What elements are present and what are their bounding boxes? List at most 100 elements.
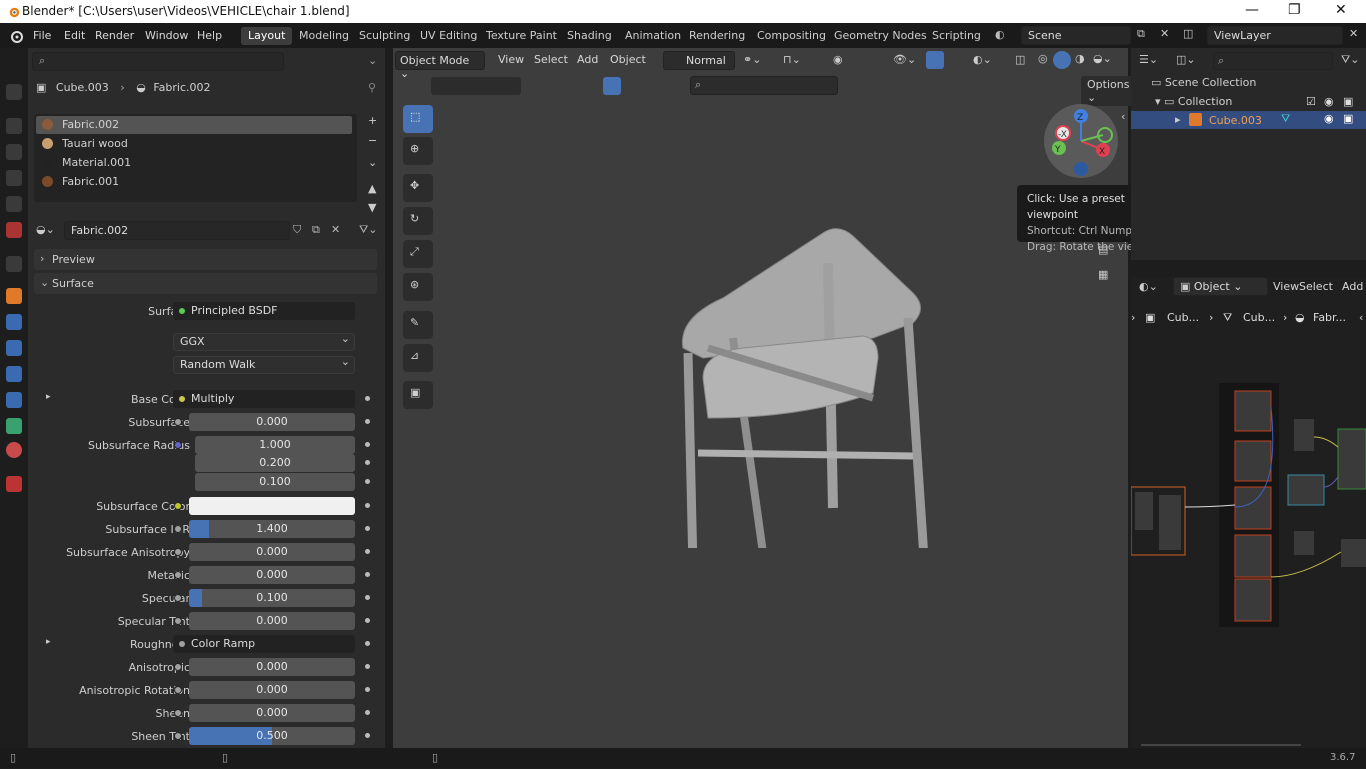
socket-icon[interactable]	[174, 441, 182, 449]
socket-icon[interactable]	[174, 732, 182, 740]
vp-menu-select[interactable]: Select	[534, 53, 568, 66]
scale-tool[interactable]: ⤢	[403, 240, 433, 268]
shader-node-editor[interactable]: ◐⌄ ▣ Object ⌄ View Select Add › ▣ Cub... …	[1131, 277, 1366, 748]
keyframe-dot-icon[interactable]	[365, 419, 370, 424]
value-slider[interactable]: 0.100	[189, 589, 355, 607]
value-slider[interactable]: 0.200	[195, 454, 355, 472]
navigation-gizmo[interactable]: -X X Y Z	[1043, 103, 1123, 183]
move-up-icon[interactable]: ▲	[368, 182, 376, 195]
wireframe-shading-icon[interactable]: ◎	[1038, 52, 1048, 65]
material-name-field[interactable]: Fabric.002	[64, 221, 290, 240]
editor-type-icon[interactable]: ◐⌄	[1139, 280, 1158, 293]
constraints-tab-icon[interactable]	[6, 392, 22, 408]
vp-menu-view[interactable]: View	[498, 53, 524, 66]
object-tab-icon[interactable]	[6, 288, 22, 304]
linked-input-field[interactable]: Multiply	[173, 390, 355, 408]
surface-shader-field[interactable]: Principled BSDF	[173, 302, 355, 320]
keyframe-dot-icon[interactable]	[365, 618, 370, 623]
vp-menu-object[interactable]: Object	[610, 53, 646, 66]
keyframe-dot-icon[interactable]	[365, 503, 370, 508]
socket-icon[interactable]	[174, 548, 182, 556]
value-slider[interactable]: 0.000	[189, 658, 355, 676]
snap-icon[interactable]: ⊓⌄	[783, 53, 801, 66]
chevron-down-icon[interactable]: ⌄	[368, 54, 377, 67]
value-slider[interactable]: 0.500	[189, 727, 355, 745]
data-tab-icon[interactable]	[6, 418, 22, 434]
socket-icon[interactable]	[174, 571, 182, 579]
new-scene-icon[interactable]: ⧉	[1137, 27, 1145, 41]
add-cube-tool[interactable]: ▣	[403, 381, 433, 409]
value-slider[interactable]: 0.100	[195, 473, 355, 491]
value-slider[interactable]: 0.000	[189, 612, 355, 630]
fake-user-icon[interactable]: ⛉	[293, 223, 301, 237]
perspective-toggle-icon[interactable]: ▦	[1098, 268, 1108, 281]
collection-row[interactable]: ▾ ▭ Collection	[1155, 95, 1232, 108]
keyframe-dot-icon[interactable]	[365, 549, 370, 554]
keyframe-dot-icon[interactable]	[365, 572, 370, 577]
surface-panel-header[interactable]: ⌄ Surface	[34, 273, 377, 294]
eye-icon[interactable]: ◉	[1324, 112, 1334, 125]
move-down-icon[interactable]: ▼	[368, 201, 376, 214]
tool-tab-icon[interactable]	[6, 84, 22, 100]
list-item[interactable]: Tauari wood	[36, 135, 352, 153]
area-divider[interactable]	[1131, 260, 1366, 277]
scene-selector-icon[interactable]: ◐	[995, 28, 1005, 41]
delete-scene-icon[interactable]: ✕	[1160, 27, 1169, 40]
keyframe-dot-icon[interactable]	[365, 595, 370, 600]
tab-animation[interactable]: Animation	[618, 27, 688, 45]
menu-window[interactable]: Window	[145, 29, 188, 42]
material-browse-icon[interactable]: ◒⌄	[36, 223, 55, 236]
eye-icon[interactable]: ◉	[1324, 95, 1334, 108]
expand-icon[interactable]: ▸	[46, 392, 51, 402]
tab-modeling[interactable]: Modeling	[292, 27, 356, 45]
socket-icon[interactable]	[174, 502, 182, 510]
keyframe-dot-icon[interactable]	[365, 460, 370, 465]
link-type-icon[interactable]: ⛛⌄	[359, 223, 377, 237]
menu-file[interactable]: File	[33, 29, 51, 42]
material-shading-icon[interactable]: ◑	[1075, 52, 1085, 65]
select-box-tool[interactable]: ⬚	[403, 105, 433, 133]
tab-geometry-nodes[interactable]: Geometry Nodes	[827, 27, 934, 45]
keyframe-dot-icon[interactable]	[365, 479, 370, 484]
texture-tab-icon[interactable]	[6, 476, 22, 492]
render-tab-icon[interactable]	[6, 118, 22, 134]
tab-texture-paint[interactable]: Texture Paint	[479, 27, 564, 45]
preview-panel-header[interactable]: › Preview	[34, 249, 377, 270]
distribution-select[interactable]: GGX	[173, 331, 355, 351]
slot-specials-icon[interactable]: ⌄	[368, 156, 377, 169]
checkbox-icon[interactable]: ☑	[1306, 95, 1316, 108]
keyframe-dot-icon[interactable]	[365, 641, 370, 646]
tab-sculpting[interactable]: Sculpting	[352, 27, 417, 45]
panel-divider[interactable]	[385, 48, 393, 748]
sidebar-toggle-icon[interactable]: ‹	[1121, 110, 1125, 123]
properties-search[interactable]: ⌕	[32, 52, 284, 71]
socket-icon[interactable]	[174, 418, 182, 426]
keyframe-dot-icon[interactable]	[365, 442, 370, 447]
tab-layout[interactable]: Layout	[241, 27, 293, 45]
selection-mode-buttons[interactable]	[431, 77, 521, 95]
view-layer-tab-icon[interactable]	[6, 170, 22, 186]
value-slider[interactable]: 0.000	[189, 704, 355, 722]
socket-icon[interactable]	[174, 709, 182, 717]
display-mode-icon[interactable]: ◫⌄	[1176, 53, 1196, 66]
keyframe-dot-icon[interactable]	[365, 664, 370, 669]
tab-rendering[interactable]: Rendering	[682, 27, 752, 45]
gizmo-toggle-icon[interactable]	[926, 51, 944, 69]
outliner-row-cube[interactable]: ▸ Cube.003 ⛛ ◉ ▣	[1131, 111, 1366, 129]
unlink-icon[interactable]: ✕	[331, 223, 340, 236]
socket-icon[interactable]	[174, 686, 182, 694]
socket-icon[interactable]	[174, 617, 182, 625]
value-slider[interactable]: 0.000	[189, 413, 355, 431]
measure-tool[interactable]: ⊿	[403, 344, 433, 372]
blender-menu-icon[interactable]	[8, 28, 24, 44]
menu-edit[interactable]: Edit	[64, 29, 85, 42]
tab-uv-editing[interactable]: UV Editing	[413, 27, 484, 45]
node-menu-select[interactable]: Select	[1299, 280, 1333, 293]
minimize-button[interactable]: —	[1245, 2, 1259, 18]
value-slider[interactable]: 0.000	[189, 543, 355, 561]
mode-select[interactable]: Object Mode ⌄	[395, 51, 485, 80]
physics-tab-icon[interactable]	[6, 366, 22, 382]
close-button[interactable]: ✕	[1335, 2, 1347, 18]
annotate-tool[interactable]: ✎	[403, 311, 433, 339]
restore-button[interactable]: ❐	[1288, 2, 1301, 18]
